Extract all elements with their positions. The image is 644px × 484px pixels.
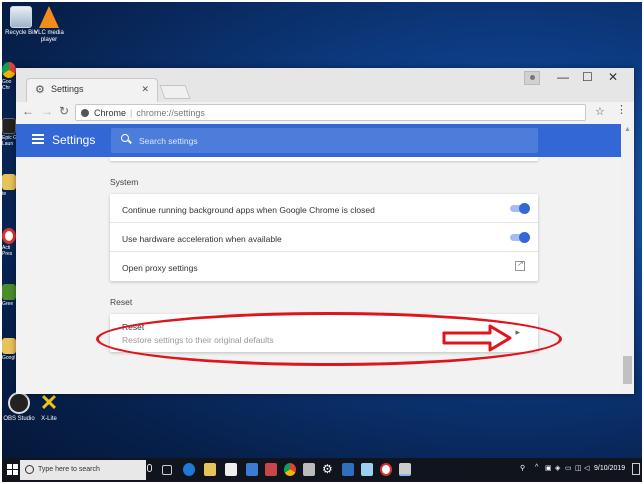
title-bar: ⚙ Settings ✕ — ☐ ✕	[16, 68, 634, 102]
x-lite-shortcut[interactable]: ✕ X-Lite	[32, 392, 66, 423]
windows-start-icon[interactable]	[7, 464, 18, 475]
folder-icon	[2, 174, 16, 190]
search-settings-input[interactable]: Search settings	[111, 128, 538, 153]
new-tab-button[interactable]	[159, 85, 191, 99]
hamburger-menu-icon[interactable]	[32, 134, 44, 144]
taskbar-search-placeholder: Type here to search	[38, 466, 100, 473]
forward-arrow-icon[interactable]: →	[41, 104, 53, 118]
chrome-label: Goo Chr	[2, 79, 12, 91]
notepad-icon[interactable]	[361, 463, 373, 476]
vlc-shortcut[interactable]: VLC media player	[32, 6, 66, 44]
activepresenter-icon	[2, 228, 16, 244]
hardware-acceleration-label: Use hardware acceleration when available	[122, 234, 282, 244]
recycle-bin-icon	[10, 6, 32, 28]
tray-chevron-icon[interactable]: ^	[535, 464, 538, 471]
taskbar: Type here to search ⚙ ⚲ ^ ▣ ◈ ▭ ◫ ◁ 9/10…	[2, 458, 642, 482]
file-explorer-icon[interactable]	[204, 463, 216, 476]
network-icon[interactable]: ◫	[575, 464, 582, 472]
page-title: Settings	[52, 133, 96, 147]
site-chip: Chrome	[94, 108, 127, 118]
scrollbar[interactable]: ▲	[621, 124, 634, 394]
scrollbar-thumb[interactable]	[623, 356, 632, 384]
chrome-icon	[2, 62, 16, 78]
taskbar-search-input[interactable]: Type here to search	[20, 460, 146, 480]
active-app-icon[interactable]	[399, 463, 411, 476]
store-icon[interactable]	[225, 463, 237, 476]
background-apps-label: Continue running background apps when Go…	[122, 205, 375, 215]
clock[interactable]: 9/10/2019	[594, 465, 625, 472]
folder-icon	[2, 338, 16, 354]
photos-icon[interactable]	[265, 463, 277, 476]
profile-icon[interactable]	[524, 71, 540, 85]
system-card: Continue running background apps when Go…	[110, 194, 538, 281]
chrome-page-icon	[81, 109, 89, 117]
separator: |	[130, 108, 133, 118]
settings-gear-icon[interactable]: ⚙	[322, 463, 334, 476]
maximize-button[interactable]: ☐	[582, 70, 593, 84]
address-bar[interactable]: Chrome | chrome://settings	[75, 104, 586, 121]
scroll-up-arrow-icon[interactable]: ▲	[624, 126, 631, 133]
previous-card-edge	[110, 157, 538, 161]
gear-icon: ⚙	[35, 84, 45, 96]
search-placeholder: Search settings	[139, 136, 198, 146]
close-tab-icon[interactable]: ✕	[141, 84, 149, 95]
activepresenter-taskbar-icon[interactable]	[380, 463, 392, 476]
notifications-icon[interactable]	[632, 463, 640, 475]
x-lite-label: X-Lite	[41, 416, 57, 422]
url-text: chrome://settings	[136, 108, 205, 118]
proxy-settings-row[interactable]: Open proxy settings	[110, 252, 538, 281]
hardware-acceleration-row[interactable]: Use hardware acceleration when available	[110, 223, 538, 252]
hardware-acceleration-toggle[interactable]	[510, 232, 530, 243]
search-icon	[121, 134, 129, 142]
tab-title: Settings	[51, 84, 84, 94]
terminal-icon[interactable]	[342, 463, 354, 476]
obs-studio-shortcut[interactable]: OBS Studio	[2, 392, 36, 423]
vlc-cone-icon	[39, 6, 59, 28]
app-icon[interactable]	[303, 463, 315, 476]
battery-icon[interactable]: ▭	[565, 464, 572, 472]
obs-studio-icon	[8, 392, 30, 414]
cortana-icon	[25, 465, 34, 474]
tab-settings[interactable]: ⚙ Settings ✕	[26, 78, 158, 102]
bookmark-star-icon[interactable]: ☆	[595, 105, 605, 118]
tray-app-icon[interactable]: ▣	[545, 464, 552, 472]
close-window-button[interactable]: ✕	[608, 70, 618, 84]
background-apps-toggle[interactable]	[510, 203, 530, 214]
epic-games-label: Epic G Laun	[2, 135, 18, 147]
x-lite-icon: ✕	[39, 390, 59, 415]
microphone-icon[interactable]	[147, 464, 152, 472]
activepresenter-label: Acti Pres	[2, 245, 13, 257]
tray-app-icon[interactable]: ◈	[555, 464, 560, 472]
external-link-icon	[515, 259, 525, 271]
system-section-title: System	[110, 177, 139, 187]
greenshot-icon	[2, 284, 16, 300]
people-icon[interactable]: ⚲	[520, 464, 525, 472]
task-view-icon[interactable]	[162, 465, 172, 475]
chrome-taskbar-icon[interactable]	[284, 463, 296, 476]
vlc-label: VLC media player	[34, 30, 64, 43]
edge-icon[interactable]	[183, 463, 195, 476]
epic-games-icon	[2, 118, 16, 134]
volume-icon[interactable]: ◁	[584, 464, 589, 472]
pointer-arrow-icon	[442, 324, 512, 352]
google-label: Googl	[2, 355, 16, 361]
back-arrow-icon[interactable]: ←	[22, 104, 34, 118]
reload-icon[interactable]: ↻	[59, 104, 69, 118]
minimize-button[interactable]: —	[557, 70, 569, 84]
obs-studio-label: OBS Studio	[3, 416, 35, 422]
proxy-settings-label: Open proxy settings	[122, 263, 198, 273]
background-apps-row[interactable]: Continue running background apps when Go…	[110, 194, 538, 223]
menu-dots-icon[interactable]: ⋮	[616, 105, 627, 116]
browser-toolbar: ← → ↻ Chrome | chrome://settings ☆ ⋮	[16, 102, 634, 122]
settings-header: Settings Search settings	[16, 124, 621, 157]
mail-icon[interactable]	[246, 463, 258, 476]
reset-section-title: Reset	[110, 297, 133, 307]
text-file-label: te	[2, 191, 7, 197]
greenshot-label: Gree	[2, 301, 14, 307]
